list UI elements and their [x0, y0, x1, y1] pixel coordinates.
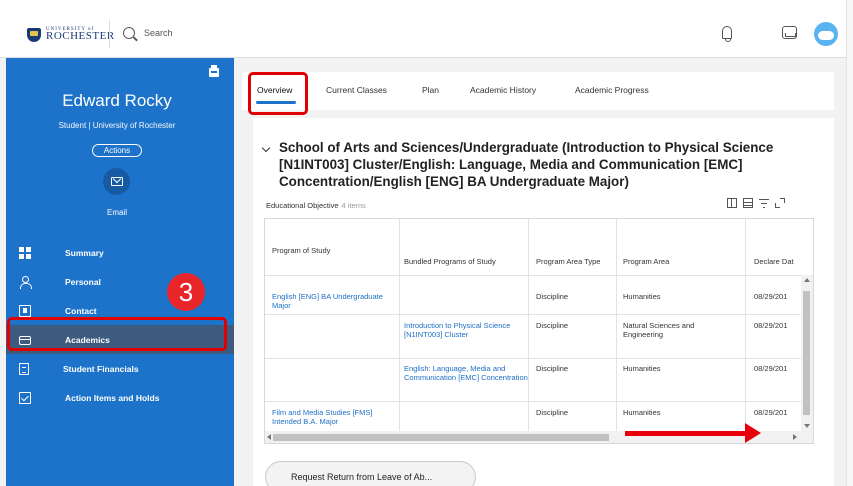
table-cell: Humanities — [623, 292, 661, 301]
scroll-right-icon[interactable] — [793, 434, 797, 440]
sidebar-item-summary[interactable]: Summary — [6, 238, 234, 267]
table-cell: 08/29/201 — [754, 364, 788, 373]
program-link[interactable]: Film and Media Studies [FMS] Intended B.… — [272, 408, 396, 426]
bundled-program-link[interactable]: English: Language, Media and Communicati… — [404, 364, 528, 382]
print-icon[interactable] — [209, 65, 219, 77]
table-cell: 08/29/201 — [754, 292, 788, 301]
bundled-program-link[interactable]: Introduction to Physical Science [N1INT0… — [404, 321, 514, 339]
sidebar-item-student-financials[interactable]: Student Financials — [6, 354, 234, 383]
table-title: Educational Objective 4 items — [266, 201, 366, 210]
tab-academic-history[interactable]: Academic History — [470, 85, 536, 95]
document-icon — [19, 362, 29, 375]
item-count: 4 items — [341, 201, 366, 210]
inbox-icon[interactable] — [782, 26, 797, 39]
column-header[interactable]: Program Area — [623, 257, 669, 266]
table-title-label: Educational Objective — [266, 201, 339, 210]
red-arrow-right-icon — [625, 423, 761, 443]
column-header[interactable]: Declare Dat — [754, 257, 794, 266]
section-title: School of Arts and Sciences/Undergraduat… — [279, 140, 774, 189]
person-icon — [19, 275, 32, 289]
program-link[interactable]: English [ENG] BA Undergraduate Major — [272, 292, 392, 310]
table-cell: Discipline — [536, 408, 569, 417]
column-header[interactable]: Program of Study — [272, 246, 330, 255]
tab-current-classes[interactable]: Current Classes — [326, 85, 387, 95]
header-divider — [109, 20, 110, 48]
shield-icon — [27, 27, 41, 42]
mail-icon — [110, 177, 123, 186]
university-logo[interactable]: UNIVERSITY of ROCHESTER — [27, 27, 115, 42]
checkbox-icon — [19, 391, 31, 404]
email-label: Email — [106, 208, 127, 217]
sidebar: Edward Rocky Student | University of Roc… — [6, 58, 234, 486]
tab-plan[interactable]: Plan — [422, 85, 439, 95]
table-cell: Humanities — [623, 408, 661, 417]
profile-name: Edward Rocky — [62, 91, 172, 110]
table-row-divider — [265, 314, 801, 315]
highlight-box-overview — [248, 72, 308, 115]
actions-button[interactable]: Actions — [92, 144, 142, 157]
sidebar-item-label: Personal — [65, 276, 101, 287]
table-cell: Humanities — [623, 364, 661, 373]
search-input[interactable] — [144, 28, 264, 38]
filter-icon[interactable] — [759, 198, 769, 208]
scroll-up-icon[interactable] — [804, 278, 810, 282]
expand-icon[interactable] — [775, 198, 785, 208]
sidebar-item-label: Student Financials — [63, 363, 139, 374]
avatar[interactable] — [814, 22, 838, 46]
table-toolbar — [727, 198, 785, 208]
top-header: UNIVERSITY of ROCHESTER — [0, 0, 853, 58]
table-row-divider — [265, 358, 801, 359]
window-edge — [846, 0, 853, 486]
sidebar-item-label: Summary — [65, 247, 104, 258]
bell-icon[interactable] — [722, 26, 732, 42]
table-row-divider — [265, 275, 801, 276]
search-icon[interactable] — [123, 27, 135, 39]
table-view-icon[interactable] — [743, 198, 753, 208]
table-cell: Discipline — [536, 321, 569, 330]
contact-icon — [19, 304, 31, 317]
scroll-down-icon[interactable] — [804, 424, 810, 428]
grid-icon — [19, 246, 31, 259]
search-bar[interactable] — [123, 27, 264, 39]
request-return-button[interactable]: Request Return from Leave of Ab... — [265, 461, 476, 486]
sidebar-item-label: Action Items and Holds — [65, 392, 160, 403]
logo-text: UNIVERSITY of ROCHESTER — [46, 27, 115, 42]
horizontal-scroll-thumb[interactable] — [273, 434, 609, 441]
step-number-badge: 3 — [167, 273, 205, 311]
sidebar-item-label: Contact — [65, 305, 97, 316]
educational-objective-table: Program of Study Bundled Programs of Stu… — [264, 218, 814, 444]
table-cell: 08/29/201 — [754, 408, 788, 417]
sidebar-item-action-items[interactable]: Action Items and Holds — [6, 383, 234, 412]
scroll-left-icon[interactable] — [267, 434, 271, 440]
table-cell: Discipline — [536, 292, 569, 301]
table-cell: Discipline — [536, 364, 569, 373]
profile-subtitle: Student | University of Rochester — [58, 121, 176, 130]
table-cell: Natural Sciences and Engineering — [623, 321, 695, 339]
tab-bar: Overview Current Classes Plan Academic H… — [242, 72, 834, 110]
highlight-box-academics — [7, 317, 227, 351]
tab-academic-progress[interactable]: Academic Progress — [575, 85, 649, 95]
column-header[interactable]: Bundled Programs of Study — [404, 257, 496, 266]
email-button[interactable] — [103, 168, 130, 195]
vertical-scroll-thumb[interactable] — [803, 291, 810, 415]
table-cell: 08/29/201 — [754, 321, 788, 330]
table-row-divider — [265, 401, 801, 402]
column-header[interactable]: Program Area Type — [536, 257, 600, 266]
logo-main-text: ROCHESTER — [46, 30, 115, 42]
export-excel-icon[interactable] — [727, 198, 737, 208]
